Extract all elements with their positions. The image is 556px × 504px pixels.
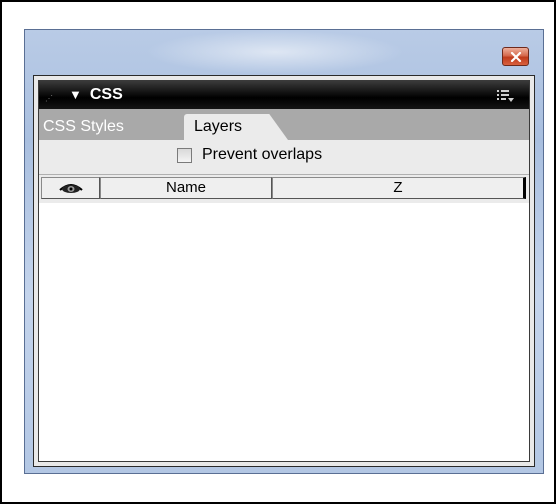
- column-header-visibility[interactable]: [41, 177, 100, 199]
- layers-options-bar: Prevent overlaps: [39, 140, 529, 174]
- floating-window: ⋰ ▼ CSS CSS Styles Layers Prevent overla…: [24, 29, 544, 474]
- tab-layers[interactable]: Layers: [184, 114, 288, 140]
- panel-group-toggle[interactable]: ▼ CSS: [69, 84, 123, 106]
- tab-css-styles[interactable]: CSS Styles: [43, 114, 124, 140]
- panel-tabbar: CSS Styles Layers: [39, 109, 529, 140]
- screenshot-frame: ⋰ ▼ CSS CSS Styles Layers Prevent overla…: [0, 0, 556, 504]
- panel-titlebar[interactable]: ⋰ ▼ CSS: [39, 81, 529, 109]
- panel-title: CSS: [89, 86, 123, 103]
- drag-grip-icon[interactable]: ⋰: [45, 95, 55, 103]
- layers-table-header: Name Z: [39, 174, 529, 203]
- prevent-overlaps-checkbox[interactable]: [177, 148, 192, 163]
- layers-panel: ⋰ ▼ CSS CSS Styles Layers Prevent overla…: [38, 80, 530, 462]
- panel-options-menu-icon[interactable]: [495, 88, 515, 104]
- column-header-name[interactable]: Name: [100, 177, 272, 199]
- prevent-overlaps-label[interactable]: Prevent overlaps: [202, 144, 322, 166]
- column-header-z[interactable]: Z: [272, 177, 526, 199]
- close-x-icon: [510, 51, 521, 62]
- eye-icon: [58, 184, 83, 193]
- close-button[interactable]: [502, 47, 529, 66]
- layers-list[interactable]: [39, 203, 529, 461]
- panel-container: ⋰ ▼ CSS CSS Styles Layers Prevent overla…: [33, 75, 535, 467]
- triangle-down-icon: ▼: [69, 87, 82, 102]
- window-chrome-glow: [145, 30, 405, 74]
